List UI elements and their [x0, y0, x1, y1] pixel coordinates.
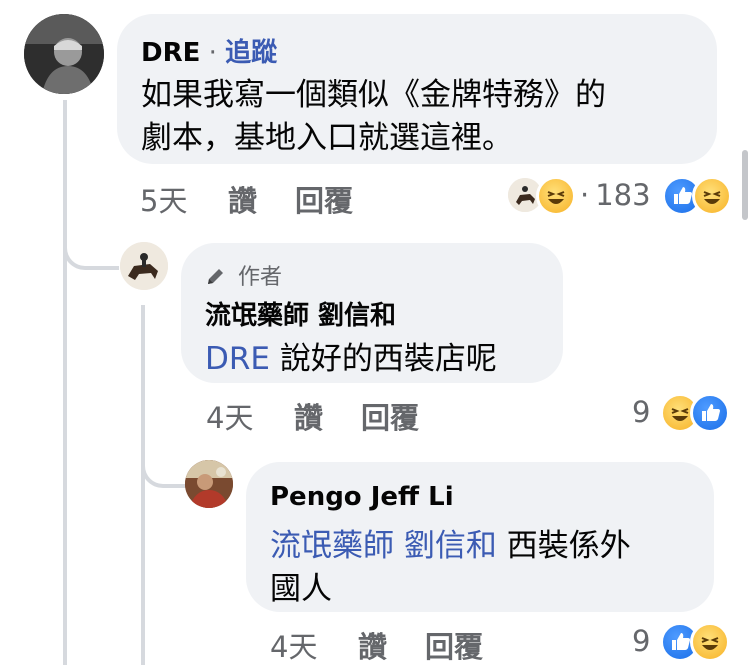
thread-line-2 — [141, 305, 145, 665]
comment-author[interactable]: DRE — [141, 38, 200, 68]
author-badge: 作者 — [238, 265, 283, 290]
avatar-pengo[interactable] — [185, 460, 233, 508]
reply-button[interactable]: 回覆 — [425, 624, 483, 666]
pencil-icon — [208, 269, 223, 284]
like-reaction-icon[interactable] — [690, 393, 730, 433]
comment-timestamp[interactable]: 4天 — [270, 624, 317, 666]
profile-avatar — [24, 14, 104, 94]
avatar-dre[interactable] — [24, 14, 104, 94]
comment-text-line-1: 西裝係外 — [496, 528, 631, 564]
haha-reaction-icon[interactable] — [536, 176, 576, 216]
reply-button[interactable]: 回覆 — [361, 395, 419, 437]
comment-actions-pengo: 4天 讚 回覆 — [270, 624, 670, 664]
comment-bubble-author: 作者 流氓藥師 劉信和 DRE 說好的西裝店呢 — [181, 243, 563, 383]
reaction-count[interactable]: 9 — [632, 624, 650, 658]
like-button[interactable]: 讚 — [228, 178, 257, 220]
profile-avatar — [185, 460, 233, 508]
mention-link[interactable]: 流氓藥師 劉信和 — [270, 528, 497, 564]
comment-timestamp[interactable]: 4天 — [206, 395, 253, 437]
reaction-count[interactable]: 9 — [632, 395, 650, 429]
reaction-count[interactable]: 183 — [595, 178, 650, 212]
comment-author[interactable]: 流氓藥師 劉信和 — [205, 295, 396, 332]
thread-line-1 — [63, 100, 67, 665]
reply-button[interactable]: 回覆 — [295, 178, 353, 220]
comment-timestamp[interactable]: 5天 — [140, 178, 187, 220]
comment-bubble-dre: DRE · 追蹤 如果我寫一個類似《金牌特務》的 劇本，基地入口就選這裡。 — [117, 14, 717, 164]
comment-actions-author: 4天 讚 回覆 — [206, 395, 706, 435]
like-button[interactable]: 讚 — [358, 624, 387, 666]
like-button[interactable]: 讚 — [294, 395, 323, 437]
comment-bubble-pengo: Pengo Jeff Li 流氓藥師 劉信和 西裝係外 國人 — [246, 462, 714, 612]
comment-text-line-1: 如果我寫一個類似《金牌特務》的 — [141, 77, 606, 113]
scrollbar-thumb[interactable] — [742, 150, 748, 220]
haha-reaction-icon[interactable] — [692, 176, 732, 216]
haha-reaction-icon[interactable] — [690, 622, 730, 662]
follow-link[interactable]: 追蹤 — [225, 38, 277, 68]
comment-text-line-2: 劇本，基地入口就選這裡。 — [141, 120, 513, 156]
avatar-author[interactable] — [120, 242, 168, 290]
comment-text: 說好的西裝店呢 — [270, 341, 497, 377]
comment-author[interactable]: Pengo Jeff Li — [270, 482, 454, 512]
reaction-separator: · — [580, 178, 590, 212]
profile-avatar — [120, 242, 168, 290]
comment-text-line-2: 國人 — [270, 571, 332, 607]
thread-connector-2 — [141, 448, 189, 488]
thread-connector-1 — [63, 230, 119, 270]
mention-link[interactable]: DRE — [205, 341, 270, 377]
separator-dot: · — [200, 38, 226, 68]
